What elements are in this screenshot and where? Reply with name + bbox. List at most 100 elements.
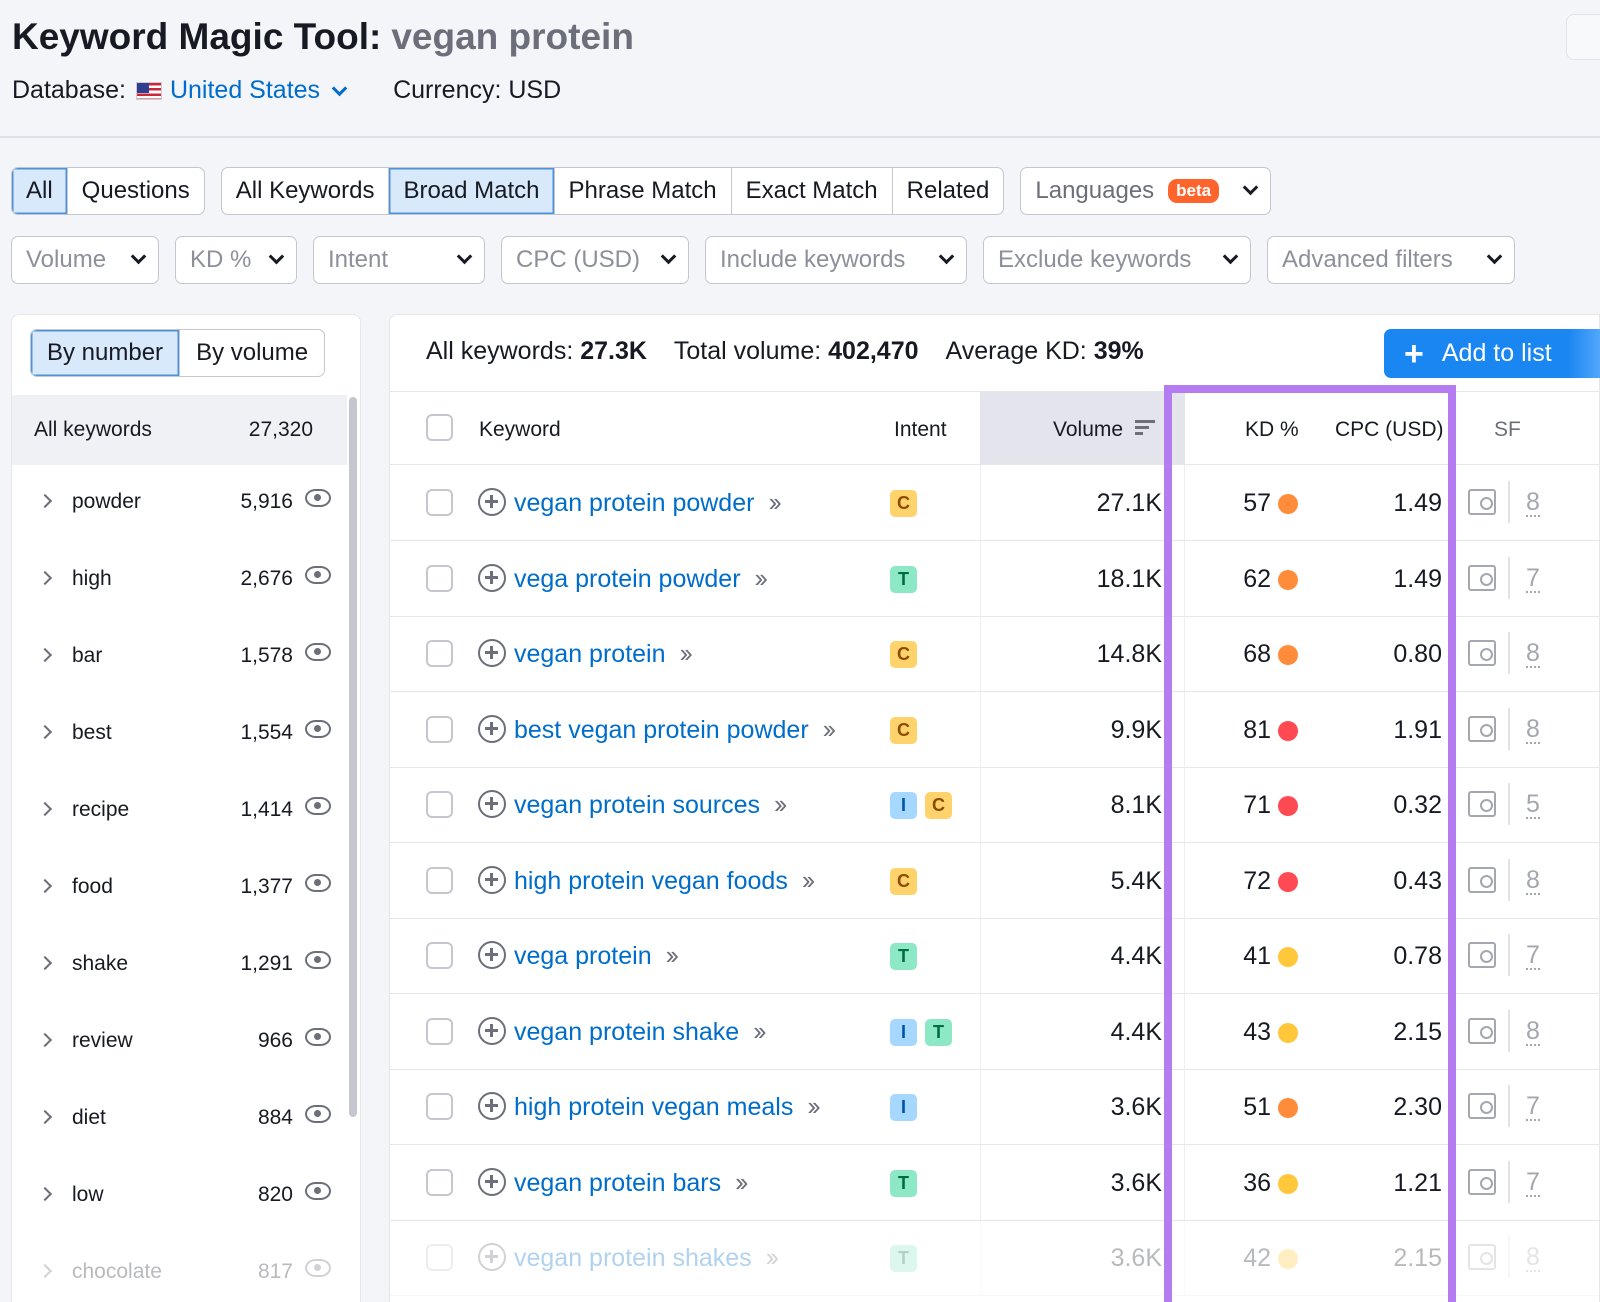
all-keywords-group[interactable]: All keywords 27,320 [12, 395, 347, 465]
filter-exclude-keywords[interactable]: Exclude keywords [983, 236, 1251, 284]
serp-preview-icon[interactable] [1468, 1093, 1496, 1119]
group-item-powder[interactable]: powder 5,916 [12, 465, 347, 542]
chevron-right-icon[interactable] [37, 570, 53, 586]
filter-intent[interactable]: Intent [313, 236, 485, 284]
serp-preview-icon[interactable] [1468, 715, 1496, 742]
eye-icon[interactable] [305, 1105, 331, 1123]
add-keyword-icon[interactable] [478, 941, 506, 969]
serp-preview-icon[interactable] [1468, 866, 1496, 893]
keyword-link[interactable]: vegan protein shakes ›› [514, 1242, 779, 1273]
eye-icon[interactable] [305, 1028, 331, 1046]
double-chevron-icon[interactable]: ›› [823, 714, 836, 744]
row-checkbox[interactable] [426, 942, 453, 969]
double-chevron-icon[interactable]: ›› [755, 563, 768, 593]
row-checkbox[interactable] [426, 564, 453, 592]
chevron-right-icon[interactable] [37, 724, 53, 740]
keyword-link[interactable]: vega protein ›› [514, 940, 679, 971]
sort-icon[interactable] [1135, 420, 1155, 436]
volume-column-header[interactable]: Volume [1053, 418, 1123, 442]
keyword-link[interactable]: vegan protein powder ›› [514, 487, 782, 518]
chevron-right-icon[interactable] [37, 1263, 53, 1279]
serp-features-count[interactable]: 8 [1526, 489, 1540, 517]
double-chevron-icon[interactable]: ›› [666, 940, 679, 970]
serp-features-count[interactable]: 7 [1526, 942, 1540, 970]
sidebar-scrollbar[interactable] [349, 397, 357, 1117]
add-keyword-icon[interactable] [478, 714, 506, 743]
double-chevron-icon[interactable]: ›› [807, 1091, 820, 1121]
database-selector[interactable]: United States [170, 76, 348, 105]
eye-icon[interactable] [305, 874, 331, 892]
serp-preview-icon[interactable] [1468, 942, 1496, 968]
row-checkbox[interactable] [426, 1244, 453, 1271]
serp-preview-icon[interactable] [1468, 489, 1496, 515]
row-checkbox[interactable] [426, 1093, 453, 1120]
keyword-link[interactable]: vega protein powder ›› [514, 563, 768, 594]
add-keyword-icon[interactable] [478, 1167, 506, 1196]
by-volume-button[interactable]: By volume [179, 330, 324, 376]
row-checkbox[interactable] [426, 1168, 453, 1196]
double-chevron-icon[interactable]: ›› [735, 1167, 748, 1197]
eye-icon[interactable] [305, 643, 331, 661]
serp-features-count[interactable]: 7 [1526, 565, 1540, 593]
add-keyword-icon[interactable] [478, 488, 506, 516]
chevron-right-icon[interactable] [37, 647, 53, 663]
chevron-right-icon[interactable] [37, 801, 53, 817]
tab-all-keywords[interactable]: All Keywords [222, 168, 390, 214]
serp-features-count[interactable]: 8 [1526, 1244, 1540, 1272]
double-chevron-icon[interactable]: ›› [802, 865, 815, 895]
eye-icon[interactable] [305, 489, 331, 507]
serp-preview-icon[interactable] [1468, 1244, 1496, 1270]
row-checkbox[interactable] [426, 640, 453, 667]
add-keyword-icon[interactable] [478, 1016, 506, 1045]
serp-features-count[interactable]: 8 [1526, 716, 1540, 744]
add-keyword-icon[interactable] [478, 1243, 506, 1271]
serp-preview-icon[interactable] [1468, 791, 1496, 817]
filter-cpc-usd[interactable]: CPC (USD) [501, 236, 689, 284]
add-to-list-button[interactable]: + Add to list [1384, 329, 1600, 378]
group-item-shake[interactable]: shake 1,291 [12, 927, 347, 1004]
languages-dropdown[interactable]: Languages beta [1020, 167, 1272, 215]
keyword-link[interactable]: vegan protein bars ›› [514, 1167, 749, 1198]
group-item-best[interactable]: best 1,554 [12, 696, 347, 773]
row-checkbox[interactable] [426, 715, 453, 743]
serp-features-count[interactable]: 7 [1526, 1093, 1540, 1121]
eye-icon[interactable] [305, 1259, 331, 1277]
serp-preview-icon[interactable] [1468, 640, 1496, 666]
serp-features-count[interactable]: 7 [1526, 1169, 1540, 1197]
serp-preview-icon[interactable] [1468, 564, 1496, 591]
eye-icon[interactable] [305, 1182, 331, 1200]
add-keyword-icon[interactable] [478, 865, 506, 894]
group-item-chocolate[interactable]: chocolate 817 [12, 1235, 347, 1302]
keyword-link[interactable]: high protein vegan foods ›› [514, 865, 815, 896]
add-keyword-icon[interactable] [478, 639, 506, 667]
eye-icon[interactable] [305, 720, 331, 738]
serp-preview-icon[interactable] [1468, 1017, 1496, 1044]
eye-icon[interactable] [305, 566, 331, 584]
row-checkbox[interactable] [426, 791, 453, 818]
group-item-bar[interactable]: bar 1,578 [12, 619, 347, 696]
chevron-right-icon[interactable] [37, 955, 53, 971]
corner-button[interactable] [1566, 14, 1600, 60]
tab-questions[interactable]: Questions [68, 168, 204, 214]
chevron-right-icon[interactable] [37, 1032, 53, 1048]
add-keyword-icon[interactable] [478, 790, 506, 818]
select-all-checkbox[interactable] [426, 414, 453, 441]
by-number-button[interactable]: By number [31, 330, 180, 376]
double-chevron-icon[interactable]: ›› [680, 638, 693, 668]
group-item-low[interactable]: low 820 [12, 1158, 347, 1235]
keyword-link[interactable]: vegan protein shake ›› [514, 1016, 767, 1047]
tab-broad-match[interactable]: Broad Match [389, 168, 555, 214]
cpc-column-header[interactable]: CPC (USD) [1335, 418, 1444, 442]
double-chevron-icon[interactable]: ›› [774, 789, 787, 819]
serp-features-count[interactable]: 5 [1526, 791, 1540, 819]
serp-features-count[interactable]: 8 [1526, 1018, 1540, 1046]
eye-icon[interactable] [305, 797, 331, 815]
sf-column-header[interactable]: SF [1494, 418, 1521, 442]
keyword-link[interactable]: high protein vegan meals ›› [514, 1091, 821, 1122]
add-keyword-icon[interactable] [478, 563, 506, 592]
filter-volume[interactable]: Volume [11, 236, 159, 284]
row-checkbox[interactable] [426, 866, 453, 894]
double-chevron-icon[interactable]: ›› [768, 487, 781, 517]
kd-column-header[interactable]: KD % [1245, 418, 1299, 442]
intent-column-header[interactable]: Intent [894, 418, 947, 442]
